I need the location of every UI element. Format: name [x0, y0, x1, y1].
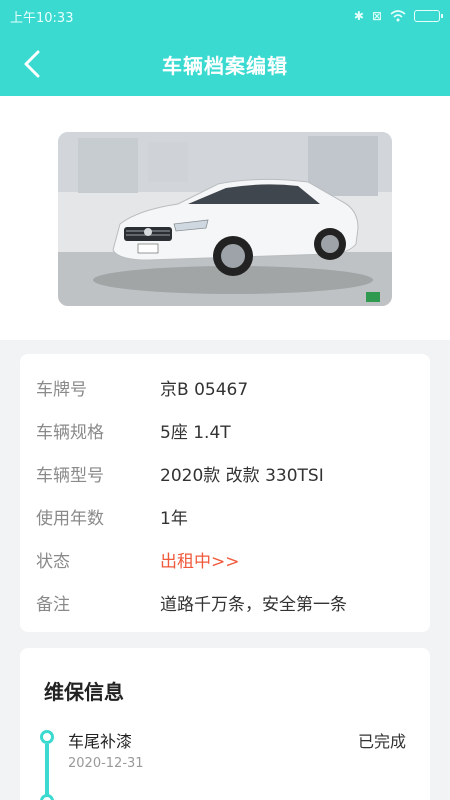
info-row-spec: 车辆规格 5座 1.4T — [20, 409, 430, 452]
back-button[interactable] — [18, 48, 46, 80]
maintenance-item-date: 2020-12-31 — [68, 756, 144, 771]
model-label: 车辆型号 — [36, 466, 104, 486]
chevron-left-icon — [24, 50, 40, 78]
nav-bar: 车辆档案编辑 — [0, 32, 450, 96]
car-image — [58, 132, 392, 306]
page-title: 车辆档案编辑 — [162, 53, 288, 78]
info-row-status: 状态 出租中>> — [20, 538, 430, 581]
spec-value: 5座 1.4T — [160, 423, 231, 443]
status-icons: ✱ ⊠ — [353, 9, 443, 23]
remark-value: 道路千万条，安全第一条 — [160, 595, 347, 615]
vehicle-info-card: 车牌号 京B 05467 车辆规格 5座 1.4T 车辆型号 2020款 改款 … — [20, 354, 430, 632]
status-bar: 上午10:33 ✱ ⊠ — [0, 0, 450, 32]
status-link[interactable]: 出租中>> — [160, 547, 240, 572]
info-row-years: 使用年数 1年 — [20, 495, 430, 538]
car-photo[interactable] — [58, 132, 392, 306]
spec-label: 车辆规格 — [36, 423, 104, 443]
years-label: 使用年数 — [36, 509, 104, 529]
status-time: 上午10:33 — [10, 10, 74, 26]
info-row-model: 车辆型号 2020款 改款 330TSI — [20, 452, 430, 495]
model-value: 2020款 改款 330TSI — [160, 466, 324, 486]
info-row-plate: 车牌号 京B 05467 — [20, 366, 430, 409]
timeline-dot — [40, 730, 54, 744]
maintenance-title: 维保信息 — [44, 680, 124, 704]
bluetooth-icon: ✱ — [353, 9, 364, 23]
battery-icon — [414, 10, 443, 22]
photo-section — [0, 96, 450, 340]
plate-label: 车牌号 — [36, 380, 87, 400]
maintenance-item-title[interactable]: 车尾补漆 — [68, 728, 132, 752]
wifi-icon — [390, 10, 406, 22]
maintenance-card: 维保信息 车尾补漆 2020-12-31 已完成 — [20, 648, 430, 800]
years-value: 1年 — [160, 509, 188, 529]
info-row-remark: 备注 道路千万条，安全第一条 — [20, 581, 430, 624]
timeline-dot — [40, 794, 54, 800]
sim-icon: ⊠ — [371, 9, 382, 23]
timeline-line — [45, 744, 49, 800]
status-label: 状态 — [36, 552, 70, 572]
maintenance-item-status: 已完成 — [357, 732, 406, 751]
remark-label: 备注 — [36, 595, 70, 615]
plate-value: 京B 05467 — [160, 380, 249, 400]
